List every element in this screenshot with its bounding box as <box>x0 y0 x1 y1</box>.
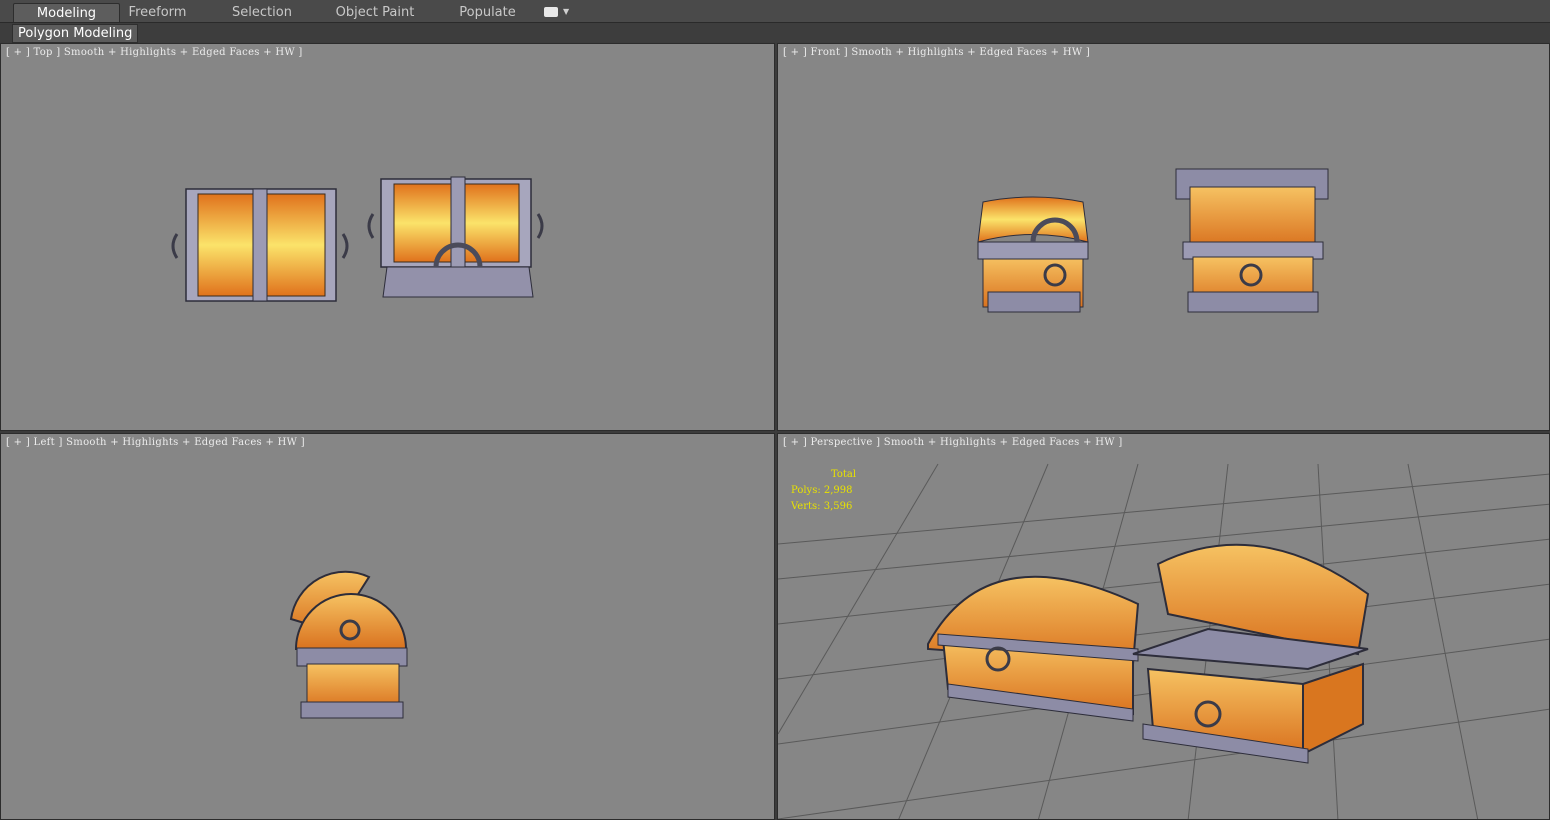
chest-open-front <box>1175 168 1329 313</box>
viewport-front[interactable]: [ + ] Front ] Smooth + Highlights + Edge… <box>777 43 1550 431</box>
front-view-chests <box>977 168 1329 313</box>
tab-freeform[interactable]: Freeform <box>120 3 195 22</box>
ground-grid <box>778 463 1549 819</box>
viewport-perspective[interactable]: [ + ] Perspective ] Smooth + Highlights … <box>777 433 1550 820</box>
left-view-chest <box>289 570 408 719</box>
ribbon-tab-bar: Modeling Freeform Selection Object Paint… <box>0 0 1550 23</box>
top-view-chests <box>171 176 544 302</box>
ribbon-options-icon[interactable] <box>544 7 558 17</box>
viewport-left[interactable]: [ + ] Left ] Smooth + Highlights + Edged… <box>0 433 775 820</box>
chevron-down-icon[interactable]: ▼ <box>563 7 569 17</box>
tab-populate[interactable]: Populate <box>450 3 525 22</box>
chest-open-top <box>367 176 544 298</box>
chest-open-side <box>289 570 408 719</box>
chest-closed-perspective <box>927 575 1140 722</box>
chest-closed-front <box>977 196 1089 313</box>
polygon-modeling-button[interactable]: Polygon Modeling <box>12 24 139 43</box>
viewport-top[interactable]: [ + ] Top ] Smooth + Highlights + Edged … <box>0 43 775 431</box>
perspective-scene <box>778 463 1549 819</box>
tab-modeling[interactable]: Modeling <box>13 3 120 22</box>
tab-object-paint[interactable]: Object Paint <box>330 3 420 22</box>
chest-closed-top <box>171 188 349 302</box>
tab-selection[interactable]: Selection <box>222 3 302 22</box>
ribbon-panel-bar <box>0 23 1550 42</box>
chest-open-perspective <box>1132 543 1370 764</box>
